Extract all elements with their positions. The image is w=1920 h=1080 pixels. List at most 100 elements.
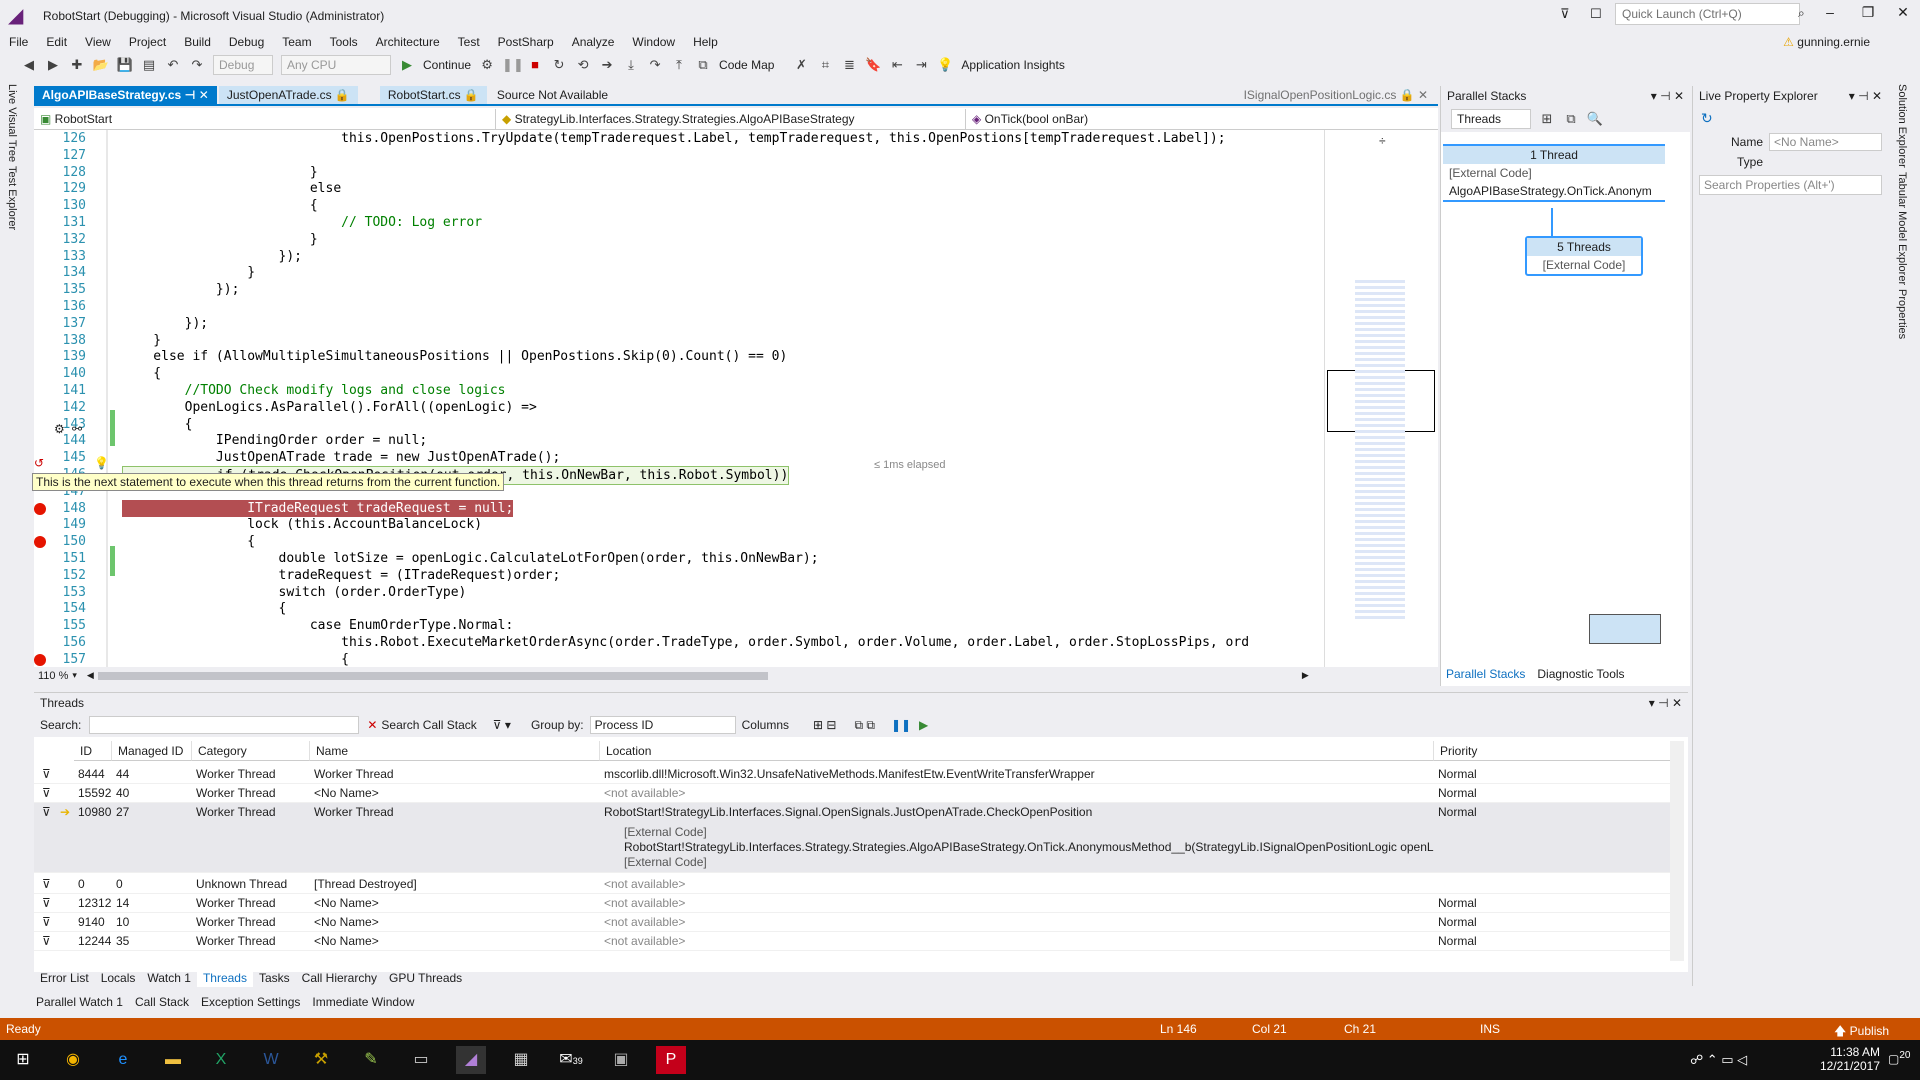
menu-project[interactable]: Project [120, 32, 175, 52]
tab-parallel-stacks[interactable]: Parallel Stacks [1440, 665, 1531, 683]
bookmark-prev-icon[interactable]: ⇤ [888, 56, 906, 74]
test-explorer-tab[interactable]: Test Explorer [6, 166, 18, 230]
thread-row[interactable]: ⊽ 15592 40 Worker Thread <No Name> <not avail… [34, 784, 1674, 803]
code-line[interactable]: 126 this.OpenPostions.TryUpdate(tempTrad… [34, 130, 1324, 147]
search-properties-input[interactable]: Search Properties (Alt+') [1699, 175, 1882, 195]
code-line[interactable]: 149 lock (this.AccountBalanceLock) [34, 516, 1324, 533]
code-line[interactable]: 148 ITradeRequest tradeRequest = null; [34, 499, 1324, 517]
col-name[interactable]: Name [310, 741, 600, 761]
scroll-right-icon[interactable]: ▶ [1302, 670, 1309, 681]
code-line[interactable]: 142 OpenLogics.AsParallel().ForAll((open… [34, 399, 1324, 416]
call-stack-frame[interactable]: RobotStart!StrategyLib.Interfaces.Strate… [624, 840, 1434, 854]
panel-menu-icon[interactable]: ▾ ⊣ ✕ [1849, 89, 1882, 103]
play-icon[interactable]: ▶ [398, 56, 416, 74]
tab-immediate-window[interactable]: Immediate Window [306, 993, 420, 1011]
zoom-dropdown-icon[interactable]: ▾ [72, 670, 77, 681]
forward-icon[interactable]: ▶ [44, 56, 62, 74]
birds-eye-view[interactable] [1589, 614, 1661, 644]
search-call-stack-toggle[interactable]: Search Call Stack [381, 718, 476, 732]
menu-test[interactable]: Test [449, 32, 489, 52]
tab-call-hierarchy[interactable]: Call Hierarchy [296, 969, 383, 987]
tab-threads[interactable]: Threads [196, 969, 253, 987]
edge-icon[interactable]: e [108, 1046, 138, 1074]
menu-view[interactable]: View [76, 32, 120, 52]
code-line[interactable]: 139 else if (AllowMultipleSimultaneousPo… [34, 348, 1324, 365]
menu-analyze[interactable]: Analyze [563, 32, 624, 52]
code-line[interactable]: 153 switch (order.OrderType) [34, 584, 1324, 601]
config-select[interactable]: Debug [213, 55, 273, 75]
step-over-icon[interactable]: ↷ [646, 56, 664, 74]
calculator-icon[interactable]: ▦ [506, 1046, 536, 1074]
save-all-icon[interactable]: ▤ [140, 56, 158, 74]
stack-node-1-thread[interactable]: 1 Thread [External Code] AlgoAPIBaseStra… [1443, 144, 1665, 202]
link-icon[interactable]: ⚯ [72, 422, 82, 436]
tab-justopenatrade[interactable]: JustOpenATrade.cs 🔒 [218, 86, 358, 104]
exception-icon[interactable]: ✗ [792, 56, 810, 74]
code-line[interactable]: 143 { [34, 416, 1324, 433]
class-dropdown[interactable]: ◆ StrategyLib.Interfaces.Strategy.Strate… [496, 108, 966, 129]
notification-center-icon[interactable]: ▢20 [1888, 1050, 1910, 1066]
code-line[interactable]: 157 { [34, 651, 1324, 667]
thread-flag-icon[interactable]: ⊽ [42, 915, 51, 929]
code-line[interactable]: 133 }); [34, 248, 1324, 265]
thread-row[interactable]: ⊽ 0 0 Unknown Thread [Thread Destroyed] <not … [34, 875, 1674, 894]
back-icon[interactable]: ◀ [20, 56, 38, 74]
app-insights-button[interactable]: Application Insights [961, 58, 1064, 72]
lightbulb-icon[interactable]: 💡 [94, 456, 109, 470]
breakpoint-icon[interactable] [34, 653, 46, 666]
tabular-model-explorer-tab[interactable]: Tabular Model Explorer [1896, 172, 1908, 285]
platform-select[interactable]: Any CPU [281, 55, 391, 75]
redo-icon[interactable]: ↷ [188, 56, 206, 74]
expand-all-icon[interactable]: ⊞ ⊟ [813, 718, 836, 732]
tab-error-list[interactable]: Error List [34, 969, 95, 987]
code-line[interactable]: 131 // TODO: Log error [34, 214, 1324, 231]
code-line[interactable]: 138 } [34, 332, 1324, 349]
show-next-statement-icon[interactable]: ➔ [598, 56, 616, 74]
new-project-icon[interactable]: ✚ [68, 56, 86, 74]
thread-flag-icon[interactable]: ⊽ [42, 896, 51, 910]
breakpoint-icon[interactable] [34, 536, 46, 549]
stack-node-5-threads[interactable]: 5 Threads [External Code] [1525, 236, 1643, 276]
system-tray-icons[interactable]: ☍ ⌃ ▭ ◁ [1690, 1052, 1747, 1068]
minimize-button[interactable]: – [1815, 4, 1845, 26]
thread-row[interactable]: ⊽ ➔ 10980 27 Worker Thread Worker Thread Robot… [34, 803, 1674, 873]
filter-icon[interactable]: ⊽ [1560, 6, 1570, 22]
undo-icon[interactable]: ↶ [164, 56, 182, 74]
code-line[interactable]: 150 { [34, 533, 1324, 550]
attach-icon[interactable]: ⚙ [478, 56, 496, 74]
word-icon[interactable]: W [256, 1046, 286, 1074]
tab-call-stack[interactable]: Call Stack [129, 993, 195, 1011]
thread-row[interactable]: ⊽ 8444 44 Worker Thread Worker Thread mscorli… [34, 765, 1674, 784]
method-dropdown[interactable]: ◈ OnTick(bool onBar) [966, 109, 1438, 129]
menu-postsharp[interactable]: PostSharp [489, 32, 563, 52]
settings-gear-icon[interactable]: ⚙ [54, 422, 65, 436]
code-line[interactable]: 144 IPendingOrder order = null; [34, 432, 1324, 449]
chrome-icon[interactable]: ◉ [58, 1046, 88, 1074]
call-stack-frame[interactable]: [External Code] [624, 825, 1434, 839]
step-out-icon[interactable]: ⤒ [670, 56, 688, 74]
panel-menu-icon[interactable]: ▾ ⊣ ✕ [1649, 696, 1682, 710]
tab-algoapibasestrategy[interactable]: AlgoAPIBaseStrategy.cs ⊣ ✕ [34, 86, 217, 104]
refresh-icon[interactable]: ↻ [1693, 106, 1888, 131]
menu-architecture[interactable]: Architecture [367, 32, 449, 52]
code-line[interactable]: 155 case EnumOrderType.Normal: [34, 617, 1324, 634]
code-line[interactable]: 132 } [34, 231, 1324, 248]
restore-button[interactable]: ❐ [1853, 4, 1883, 26]
pin-app-icon[interactable]: P [656, 1046, 686, 1074]
menu-debug[interactable]: Debug [220, 32, 273, 52]
terminal-icon[interactable]: ▭ [406, 1046, 436, 1074]
code-line[interactable]: 152 tradeRequest = (ITradeRequest)order; [34, 567, 1324, 584]
auto-scroll-icon[interactable]: ⧉ [1562, 110, 1580, 128]
menu-build[interactable]: Build [175, 32, 220, 52]
code-line[interactable]: 140 { [34, 365, 1324, 382]
menu-help[interactable]: Help [684, 32, 727, 52]
thread-flag-icon[interactable]: ⊽ [42, 934, 51, 948]
properties-tab[interactable]: Properties [1896, 289, 1908, 339]
tab-tasks[interactable]: Tasks [253, 969, 296, 987]
threads-search-input[interactable] [89, 716, 360, 734]
code-line[interactable]: 145 JustOpenATrade trade = new JustOpenA… [34, 449, 1324, 466]
project-dropdown[interactable]: ▣ RobotStart [34, 108, 496, 129]
menu-team[interactable]: Team [273, 32, 320, 52]
open-file-icon[interactable]: 📂 [92, 56, 110, 74]
thread-flag-icon[interactable]: ⊽ [42, 877, 51, 891]
